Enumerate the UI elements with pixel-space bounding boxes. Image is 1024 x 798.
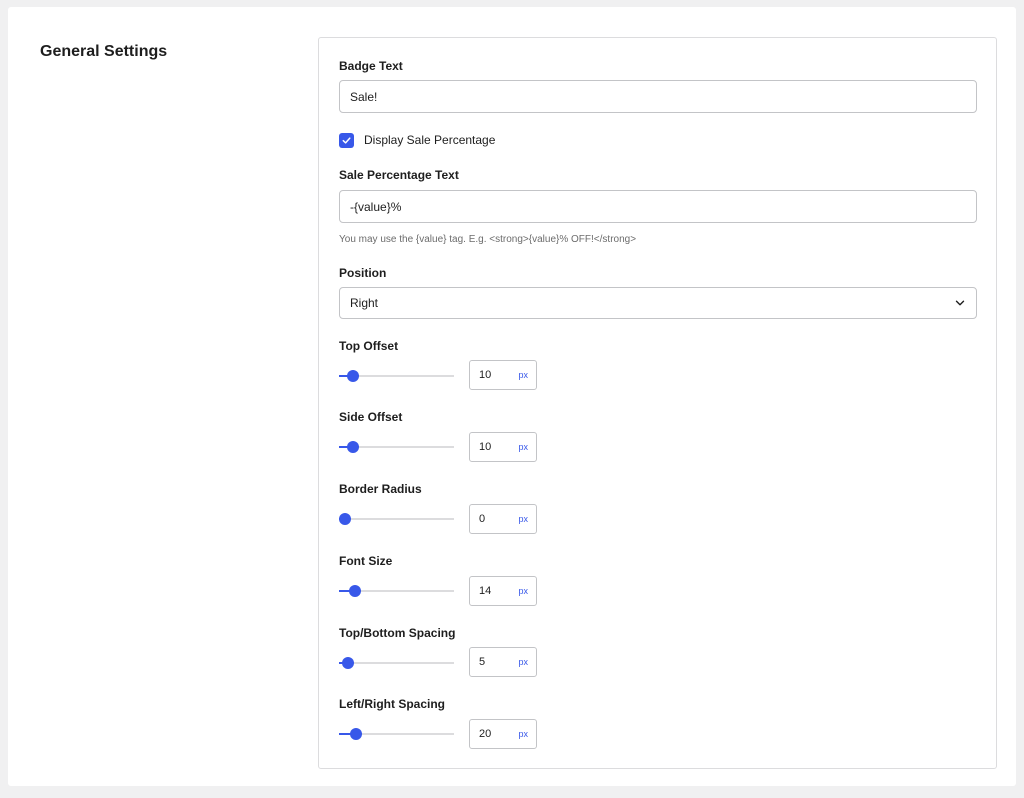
top-offset-slider[interactable] bbox=[339, 370, 454, 382]
top-bottom-spacing-slider[interactable] bbox=[339, 657, 454, 669]
sale-percentage-text-input[interactable] bbox=[339, 190, 977, 223]
display-sale-percentage-row[interactable]: Display Sale Percentage bbox=[339, 132, 495, 148]
border-radius-slider[interactable] bbox=[339, 513, 454, 525]
side-offset-unit: px bbox=[518, 442, 528, 452]
badge-text-input[interactable] bbox=[339, 80, 977, 113]
badge-text-label: Badge Text bbox=[339, 59, 403, 73]
side-offset-slider-thumb[interactable] bbox=[347, 441, 360, 453]
font-size-unit: px bbox=[518, 586, 528, 596]
side-offset-value: 10 bbox=[479, 441, 492, 453]
left-right-spacing-slider-thumb[interactable] bbox=[350, 728, 363, 740]
top-bottom-spacing-input[interactable]: 5 px bbox=[469, 647, 537, 677]
left-right-spacing-unit: px bbox=[518, 729, 528, 739]
chevron-down-icon bbox=[955, 300, 965, 306]
top-bottom-spacing-slider-thumb[interactable] bbox=[342, 657, 355, 669]
display-sale-percentage-checkbox[interactable] bbox=[339, 132, 354, 148]
left-right-spacing-label: Left/Right Spacing bbox=[339, 697, 445, 711]
section-title: General Settings bbox=[40, 43, 168, 60]
top-bottom-spacing-label: Top/Bottom Spacing bbox=[339, 626, 456, 640]
top-bottom-spacing-value: 5 bbox=[479, 656, 486, 668]
top-offset-unit: px bbox=[518, 370, 528, 380]
position-label: Position bbox=[339, 266, 387, 280]
top-offset-label: Top Offset bbox=[339, 339, 399, 353]
position-select[interactable]: Right bbox=[339, 287, 977, 319]
font-size-input[interactable]: 14 px bbox=[469, 576, 537, 606]
settings-card: General Settings Badge Text Display Sale… bbox=[8, 7, 1016, 786]
top-bottom-spacing-unit: px bbox=[518, 657, 528, 667]
border-radius-slider-thumb[interactable] bbox=[339, 513, 351, 525]
left-right-spacing-value: 20 bbox=[479, 728, 492, 740]
border-radius-unit: px bbox=[518, 514, 528, 524]
top-offset-slider-thumb[interactable] bbox=[347, 370, 360, 382]
sale-percentage-help-text: You may use the {value} tag. E.g. <stron… bbox=[339, 234, 637, 245]
border-radius-label: Border Radius bbox=[339, 482, 422, 496]
top-offset-value: 10 bbox=[479, 369, 492, 381]
left-right-spacing-input[interactable]: 20 px bbox=[469, 719, 537, 749]
font-size-value: 14 bbox=[479, 585, 492, 597]
position-selected-value: Right bbox=[350, 296, 379, 310]
border-radius-value: 0 bbox=[479, 513, 486, 525]
side-offset-label: Side Offset bbox=[339, 410, 403, 424]
font-size-slider[interactable] bbox=[339, 585, 454, 597]
check-icon bbox=[342, 136, 351, 144]
top-offset-input[interactable]: 10 px bbox=[469, 360, 537, 390]
font-size-label: Font Size bbox=[339, 554, 393, 568]
side-offset-input[interactable]: 10 px bbox=[469, 432, 537, 462]
side-offset-slider[interactable] bbox=[339, 441, 454, 453]
font-size-slider-thumb[interactable] bbox=[349, 585, 362, 597]
settings-panel: Badge Text Display Sale Percentage Sale … bbox=[318, 37, 997, 769]
display-sale-percentage-label: Display Sale Percentage bbox=[364, 133, 496, 147]
sale-percentage-text-label: Sale Percentage Text bbox=[339, 168, 459, 182]
border-radius-input[interactable]: 0 px bbox=[469, 504, 537, 534]
left-right-spacing-slider[interactable] bbox=[339, 728, 454, 740]
